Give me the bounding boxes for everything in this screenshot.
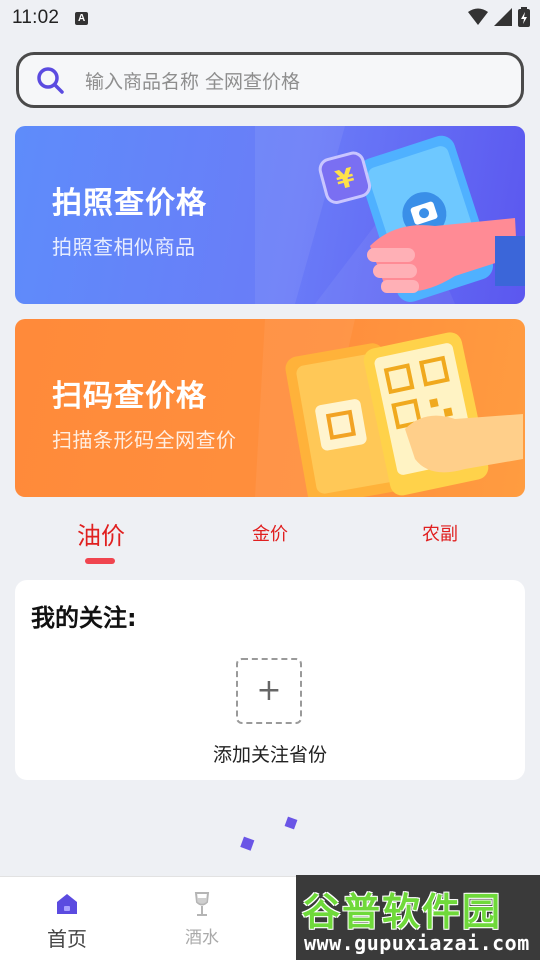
photo-banner-title: 拍照查价格 — [52, 186, 207, 221]
add-province-button[interactable]: + — [236, 658, 302, 724]
tab-agri-price[interactable]: 农副 — [422, 520, 458, 546]
battery-icon — [518, 7, 530, 27]
scan-price-banner[interactable]: 扫码查价格 扫描条形码全网查价 — [15, 319, 525, 497]
status-bar: 11:02 A — [0, 0, 540, 36]
loading-spinner-icon — [240, 816, 298, 851]
my-follow-card: 我的关注: + 添加关注省份 — [15, 580, 525, 780]
photo-price-banner[interactable]: ¥ 拍照查价格 拍照查相似商品 — [15, 126, 525, 304]
wifi-icon — [468, 8, 488, 25]
scan-banner-title: 扫码查价格 — [52, 379, 207, 414]
tab-oil-price[interactable]: 油价 — [77, 516, 125, 551]
phone-camera-illustration: ¥ — [255, 126, 525, 304]
watermark-url: www.gupuxiazai.com — [304, 931, 530, 955]
notification-a-icon: A — [75, 11, 89, 25]
active-tab-indicator — [85, 558, 115, 564]
photo-banner-subtitle: 拍照查相似商品 — [52, 235, 196, 259]
price-category-tabs: 油价 金价 农副 — [0, 510, 540, 570]
search-bar[interactable]: 输入商品名称 全网查价格 — [16, 52, 524, 108]
plus-icon: + — [256, 673, 282, 708]
add-province-label[interactable]: 添加关注省份 — [15, 740, 525, 767]
search-input[interactable]: 输入商品名称 全网查价格 — [85, 67, 300, 94]
nav-home[interactable]: 首页 — [27, 891, 107, 952]
nav-home-label: 首页 — [47, 927, 87, 951]
watermark-title: 谷普软件园 — [302, 890, 503, 934]
search-icon — [37, 67, 64, 94]
site-watermark-logo: 谷普软件园 www.gupuxiazai.com — [296, 875, 540, 960]
home-icon — [57, 894, 77, 914]
status-time: 11:02 — [12, 7, 60, 28]
follow-title: 我的关注: — [31, 604, 137, 632]
scan-banner-subtitle: 扫描条形码全网查价 — [52, 428, 237, 452]
nav-wine[interactable]: 酒水 — [162, 891, 242, 948]
tab-gold-price[interactable]: 金价 — [252, 520, 288, 546]
nav-wine-label: 酒水 — [185, 928, 219, 948]
wine-glass-icon — [194, 892, 210, 916]
qr-scan-illustration — [255, 319, 523, 497]
status-icons — [468, 7, 530, 27]
signal-icon — [494, 8, 512, 26]
